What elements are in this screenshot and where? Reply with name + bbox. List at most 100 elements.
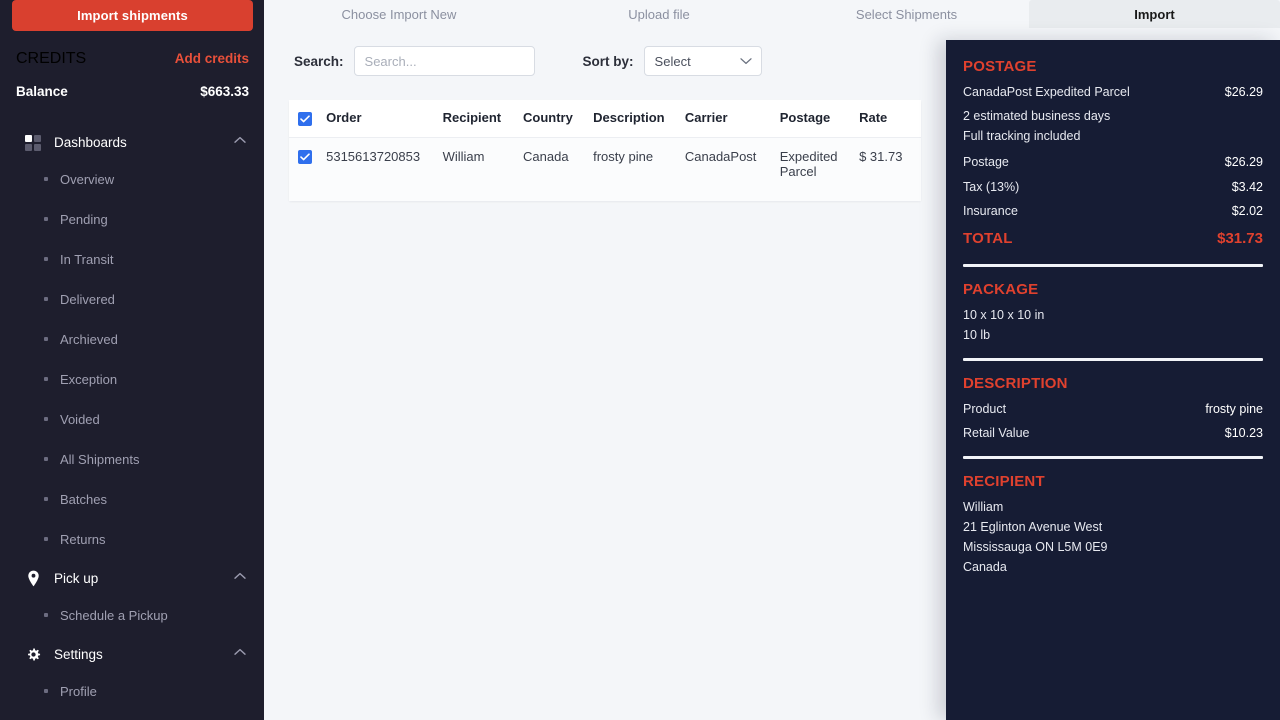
description-section-title: DESCRIPTION: [963, 374, 1068, 392]
column-header-country[interactable]: Country: [523, 100, 594, 138]
sidebar-item-label: Exception: [60, 371, 118, 387]
divider: [963, 263, 1263, 267]
sidebar-item-archieved[interactable]: Archieved: [0, 319, 264, 359]
column-header-rate[interactable]: Rate: [859, 100, 921, 138]
postage-service-price: $26.29: [1224, 85, 1263, 99]
column-header-postage[interactable]: Postage: [779, 100, 860, 138]
bullet-icon: [44, 377, 48, 381]
line-value: $2.02: [1231, 203, 1263, 218]
bullet-icon: [44, 537, 48, 541]
sidebar-item-label: Pending: [60, 211, 108, 227]
sidebar-group-label: Settings: [54, 647, 103, 662]
bullet-icon: [44, 217, 48, 221]
balance-value: $663.33: [200, 84, 249, 99]
balance-label: Balance: [16, 84, 68, 99]
sidebar-item-label: Schedule a Pickup: [60, 607, 168, 623]
row-checkbox[interactable]: [298, 150, 312, 165]
line-label: Product: [963, 401, 1007, 416]
sidebar-group-pickup[interactable]: Pick up: [0, 562, 264, 595]
sidebar-nav: Dashboards Overview Pending In Transit D…: [0, 126, 264, 711]
postage-eta: 2 estimated business days: [963, 109, 1111, 124]
table-toolbar: Search: Sort by: Select: [294, 46, 762, 76]
column-header-order[interactable]: Order: [326, 100, 443, 138]
sidebar-item-in-transit[interactable]: In Transit: [0, 239, 264, 279]
sort-by-select[interactable]: Select: [643, 46, 762, 76]
recipient-street: 21 Eglinton Avenue West: [963, 520, 1103, 535]
cell-rate: $ 31.73: [859, 137, 921, 201]
add-credits-link[interactable]: Add credits: [175, 51, 249, 66]
line-value: $10.23: [1224, 425, 1263, 440]
sort-by-label: Sort by:: [582, 53, 634, 69]
sidebar-item-all-shipments[interactable]: All Shipments: [0, 439, 264, 479]
tab-upload-file[interactable]: Upload file: [534, 0, 784, 28]
sidebar-item-pending[interactable]: Pending: [0, 199, 264, 239]
line-value: $3.42: [1231, 179, 1263, 194]
package-dimensions: 10 x 10 x 10 in: [963, 307, 1045, 322]
divider: [963, 456, 1263, 459]
wizard-tabbar: Choose Import New Upload file Select Shi…: [264, 0, 1280, 28]
import-shipments-button[interactable]: Import shipments: [12, 0, 253, 31]
cell-carrier: CanadaPost: [684, 137, 780, 201]
credits-label: CREDITS: [16, 50, 87, 67]
description-line-product: Product frosty pine: [963, 400, 1263, 418]
total-value: $31.73: [1217, 229, 1263, 247]
recipient-section-title: RECIPIENT: [963, 473, 1045, 490]
shipment-details-panel: POSTAGE CanadaPost Expedited Parcel $26.…: [946, 40, 1280, 720]
sidebar-group-label: Pick up: [54, 571, 99, 586]
postage-tracking: Full tracking included: [963, 129, 1081, 144]
tab-select-shipments[interactable]: Select Shipments: [784, 0, 1029, 28]
cell-order: 5315613720853: [326, 137, 443, 201]
bullet-icon: [44, 613, 48, 617]
sidebar-item-batches[interactable]: Batches: [0, 479, 264, 519]
sort-by-selected-value: Select: [654, 53, 691, 69]
cell-country: Canada: [523, 137, 594, 201]
sidebar-group-settings[interactable]: Settings: [0, 638, 264, 671]
sidebar-item-label: Returns: [60, 531, 106, 547]
sidebar-item-voided[interactable]: Voided: [0, 399, 264, 439]
total-label: TOTAL: [963, 229, 1013, 247]
postage-service-row: CanadaPost Expedited Parcel $26.29: [963, 83, 1263, 101]
sidebar-item-label: All Shipments: [60, 451, 140, 467]
sidebar-item-label: In Transit: [60, 251, 114, 267]
bullet-icon: [44, 297, 48, 301]
select-all-checkbox[interactable]: [298, 111, 312, 126]
sidebar-group-dashboards[interactable]: Dashboards: [0, 126, 264, 159]
tab-import[interactable]: Import: [1029, 0, 1280, 28]
sidebar-item-schedule-a-pickup[interactable]: Schedule a Pickup: [0, 595, 264, 635]
postage-total-row: TOTAL $31.73: [963, 228, 1263, 250]
line-label: Postage: [963, 155, 1009, 170]
shipments-table: Order Recipient Country Description Carr…: [289, 100, 921, 201]
bullet-icon: [44, 337, 48, 341]
chevron-up-icon[interactable]: [234, 648, 246, 659]
bullet-icon: [44, 177, 48, 181]
sidebar-item-exception[interactable]: Exception: [0, 359, 264, 399]
grid-icon: [24, 134, 42, 152]
chevron-up-icon[interactable]: [234, 572, 246, 583]
sidebar-item-overview[interactable]: Overview: [0, 159, 264, 199]
postage-line-insurance: Insurance $2.02: [963, 202, 1263, 220]
column-header-recipient[interactable]: Recipient: [442, 100, 524, 138]
tab-choose-import-new[interactable]: Choose Import New: [264, 0, 534, 28]
table-row[interactable]: 5315613720853 William Canada frosty pine…: [289, 137, 921, 201]
recipient-city: Mississauga ON L5M 0E9: [963, 540, 1108, 555]
row-select-cell: [289, 137, 327, 201]
sidebar-item-label: Overview: [60, 171, 115, 187]
postage-service-name: CanadaPost Expedited Parcel: [963, 85, 1130, 99]
chevron-up-icon[interactable]: [234, 136, 246, 147]
postage-section-title: POSTAGE: [963, 58, 1037, 75]
sidebar-item-label: Profile: [60, 683, 97, 699]
recipient-country: Canada: [963, 560, 1007, 575]
postage-line-postage: Postage $26.29: [963, 153, 1263, 171]
line-value: $26.29: [1224, 155, 1263, 170]
search-input[interactable]: [353, 46, 535, 76]
sidebar-item-profile[interactable]: Profile: [0, 671, 264, 711]
column-header-description[interactable]: Description: [593, 100, 685, 138]
description-section: DESCRIPTION Product frosty pine Retail V…: [963, 375, 1263, 442]
sidebar-item-delivered[interactable]: Delivered: [0, 279, 264, 319]
credits-row: CREDITS Add credits: [16, 50, 249, 68]
column-header-carrier[interactable]: Carrier: [684, 100, 780, 138]
bullet-icon: [44, 497, 48, 501]
sidebar-item-label: Voided: [60, 411, 100, 427]
sidebar-item-returns[interactable]: Returns: [0, 519, 264, 559]
cell-recipient: William: [442, 137, 524, 201]
